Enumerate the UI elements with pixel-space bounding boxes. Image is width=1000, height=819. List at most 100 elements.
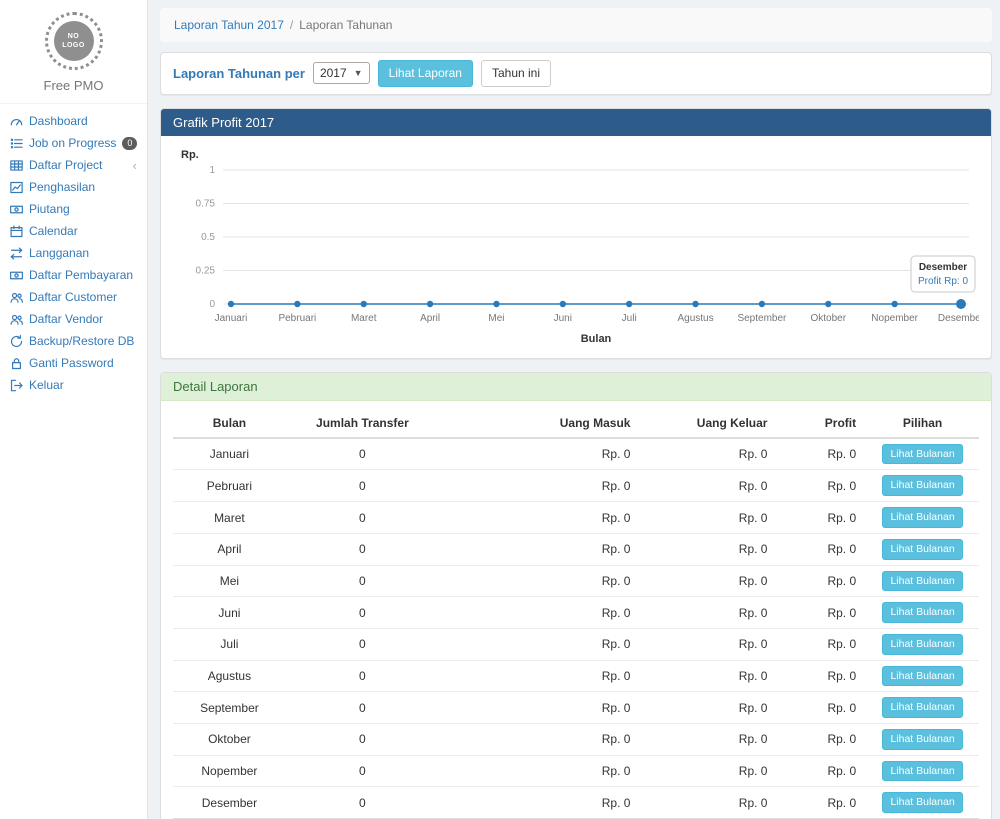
filter-panel: Laporan Tahunan per 2017 ▼ Lihat Laporan… [160, 52, 992, 95]
sidebar-item-label: Job on Progress [29, 136, 116, 150]
cell-uang_masuk: Rp. 0 [439, 502, 641, 534]
lihat-bulanan-button[interactable]: Lihat Bulanan [882, 571, 962, 592]
cell-jumlah_transfer: 0 [286, 787, 439, 819]
cell-pilihan: Lihat Bulanan [866, 533, 979, 565]
cell-pilihan: Lihat Bulanan [866, 565, 979, 597]
cell-uang_keluar: Rp. 0 [640, 470, 777, 502]
cell-uang_keluar: Rp. 0 [640, 692, 777, 724]
sidebar-item-label: Keluar [29, 378, 64, 392]
cell-jumlah_transfer: 0 [286, 597, 439, 629]
breadcrumb-link-laporan-tahun[interactable]: Laporan Tahun 2017 [174, 18, 284, 32]
lihat-bulanan-button[interactable]: Lihat Bulanan [882, 792, 962, 813]
sidebar-item-ganti-password[interactable]: Ganti Password [0, 352, 147, 374]
report-panel: Detail Laporan BulanJumlah TransferUang … [160, 372, 992, 819]
cell-pilihan: Lihat Bulanan [866, 597, 979, 629]
svg-text:Bulan: Bulan [581, 333, 612, 345]
cell-uang_masuk: Rp. 0 [439, 723, 641, 755]
tasks-icon [10, 137, 23, 150]
lihat-bulanan-button[interactable]: Lihat Bulanan [882, 475, 962, 496]
content: Laporan Tahunan per 2017 ▼ Lihat Laporan… [148, 42, 1000, 819]
lihat-bulanan-button[interactable]: Lihat Bulanan [882, 761, 962, 782]
table-row: April0Rp. 0Rp. 0Rp. 0Lihat Bulanan [173, 533, 979, 565]
cell-profit: Rp. 0 [777, 470, 866, 502]
cell-profit: Rp. 0 [777, 597, 866, 629]
sidebar-item-piutang[interactable]: Piutang [0, 198, 147, 220]
lihat-bulanan-button[interactable]: Lihat Bulanan [882, 634, 962, 655]
lock-icon [10, 357, 23, 370]
table-row: Desember0Rp. 0Rp. 0Rp. 0Lihat Bulanan [173, 787, 979, 819]
sidebar-item-dashboard[interactable]: Dashboard [0, 110, 147, 132]
column-header-uang-masuk: Uang Masuk [439, 409, 641, 438]
cell-profit: Rp. 0 [777, 660, 866, 692]
cell-bulan: April [173, 533, 286, 565]
count-badge: 0 [122, 137, 137, 150]
svg-text:Desember: Desember [938, 313, 979, 324]
cell-uang_keluar: Rp. 0 [640, 438, 777, 470]
table-row: Oktober0Rp. 0Rp. 0Rp. 0Lihat Bulanan [173, 723, 979, 755]
brand-name: Free PMO [0, 78, 147, 93]
table-header-row: BulanJumlah TransferUang MasukUang Kelua… [173, 409, 979, 438]
cell-bulan: Juni [173, 597, 286, 629]
table-row: Januari0Rp. 0Rp. 0Rp. 0Lihat Bulanan [173, 438, 979, 470]
cell-uang_masuk: Rp. 0 [439, 787, 641, 819]
table-row: Maret0Rp. 0Rp. 0Rp. 0Lihat Bulanan [173, 502, 979, 534]
cell-uang_keluar: Rp. 0 [640, 597, 777, 629]
cell-jumlah_transfer: 0 [286, 660, 439, 692]
svg-text:Pebruari: Pebruari [278, 313, 316, 324]
sidebar-item-daftar-customer[interactable]: Daftar Customer [0, 286, 147, 308]
sidebar-menu: Dashboard Job on Progress 0 Daftar Project‹… [0, 104, 147, 402]
money-icon [10, 269, 23, 282]
cell-uang_keluar: Rp. 0 [640, 502, 777, 534]
refresh-icon [10, 335, 23, 348]
lihat-bulanan-button[interactable]: Lihat Bulanan [882, 602, 962, 623]
no-logo-stamp: NO LOGO [45, 12, 103, 70]
sidebar-item-backup-restore-db[interactable]: Backup/Restore DB [0, 330, 147, 352]
sidebar-item-label: Backup/Restore DB [29, 334, 134, 348]
cell-uang_masuk: Rp. 0 [439, 470, 641, 502]
cell-bulan: Maret [173, 502, 286, 534]
breadcrumb: Laporan Tahun 2017/Laporan Tahunan [160, 8, 992, 42]
calendar-icon [10, 225, 23, 238]
sidebar-item-keluar[interactable]: Keluar [0, 374, 147, 396]
users-icon [10, 313, 23, 326]
cell-uang_masuk: Rp. 0 [439, 438, 641, 470]
sidebar-item-job-on-progress[interactable]: Job on Progress 0 [0, 132, 147, 154]
sidebar-item-label: Daftar Pembayaran [29, 268, 133, 282]
cell-uang_keluar: Rp. 0 [640, 787, 777, 819]
sidebar-item-langganan[interactable]: Langganan [0, 242, 147, 264]
cell-bulan: Desember [173, 787, 286, 819]
sidebar-item-label: Ganti Password [29, 356, 114, 370]
cell-pilihan: Lihat Bulanan [866, 502, 979, 534]
sidebar-item-label: Daftar Project [29, 158, 102, 172]
lihat-bulanan-button[interactable]: Lihat Bulanan [882, 444, 962, 465]
column-header-uang-keluar: Uang Keluar [640, 409, 777, 438]
tahun-ini-button[interactable]: Tahun ini [481, 60, 551, 87]
sidebar-item-calendar[interactable]: Calendar [0, 220, 147, 242]
lihat-laporan-button[interactable]: Lihat Laporan [378, 60, 473, 87]
sidebar-item-daftar-project[interactable]: Daftar Project‹ [0, 154, 147, 176]
money-icon [10, 203, 23, 216]
main-area: Laporan Tahun 2017/Laporan Tahunan Lapor… [148, 0, 1000, 819]
lihat-bulanan-button[interactable]: Lihat Bulanan [882, 697, 962, 718]
lihat-bulanan-button[interactable]: Lihat Bulanan [882, 666, 962, 687]
svg-text:Januari: Januari [215, 313, 248, 324]
sidebar-item-daftar-pembayaran[interactable]: Daftar Pembayaran [0, 264, 147, 286]
sidebar-item-penghasilan[interactable]: Penghasilan [0, 176, 147, 198]
cell-pilihan: Lihat Bulanan [866, 692, 979, 724]
year-select[interactable]: 2017 ▼ [313, 62, 370, 84]
app-window: NO LOGO Free PMO DashboardJob on Progres… [0, 0, 1000, 819]
cell-bulan: Agustus [173, 660, 286, 692]
lihat-bulanan-button[interactable]: Lihat Bulanan [882, 729, 962, 750]
exchange-icon [10, 247, 23, 260]
column-header-jumlah-transfer: Jumlah Transfer [286, 409, 439, 438]
lihat-bulanan-button[interactable]: Lihat Bulanan [882, 539, 962, 560]
svg-text:0.5: 0.5 [201, 232, 215, 243]
svg-text:1: 1 [209, 165, 215, 176]
cell-uang_masuk: Rp. 0 [439, 565, 641, 597]
column-header-pilihan: Pilihan [866, 409, 979, 438]
sign-out-icon [10, 379, 23, 392]
cell-uang_keluar: Rp. 0 [640, 533, 777, 565]
sidebar-item-daftar-vendor[interactable]: Daftar Vendor [0, 308, 147, 330]
svg-text:0.75: 0.75 [196, 198, 216, 209]
lihat-bulanan-button[interactable]: Lihat Bulanan [882, 507, 962, 528]
